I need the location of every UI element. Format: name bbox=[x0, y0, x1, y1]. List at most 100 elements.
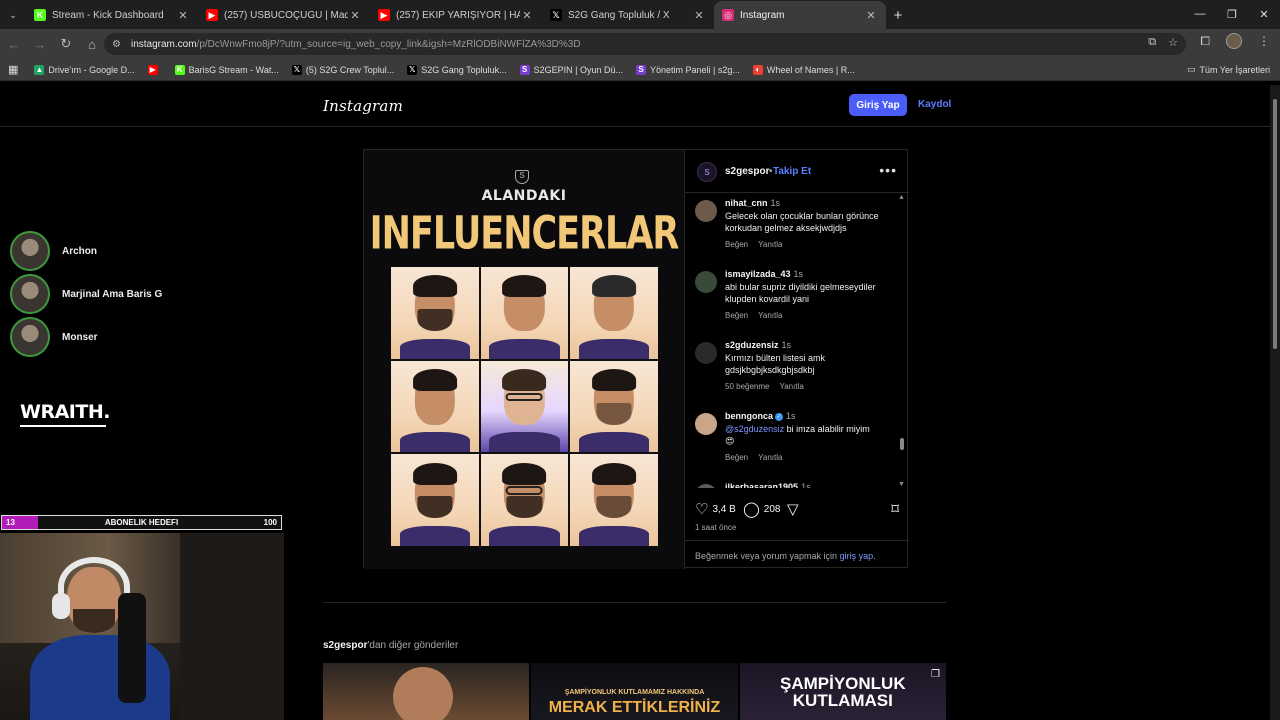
like-comment-button[interactable]: Beğen bbox=[725, 240, 748, 249]
bookmark-item[interactable]: ◐ Wheel of Names | R... bbox=[752, 64, 855, 75]
commenter-username[interactable]: benngonca ✓ 1s bbox=[725, 411, 796, 421]
browser-tab[interactable]: K Stream - Kick Dashboard ✕ bbox=[26, 1, 198, 29]
author-avatar[interactable]: S bbox=[697, 162, 717, 182]
comments-scrollbar[interactable]: ▲ ▼ bbox=[898, 194, 906, 488]
commenter-username[interactable]: ismayilzada_43 1s bbox=[725, 269, 803, 279]
close-tab-icon[interactable]: ✕ bbox=[520, 9, 534, 22]
bookmark-item[interactable]: ▲ Drive'ım - Google D... bbox=[34, 64, 135, 75]
team-crest-icon: S bbox=[515, 170, 529, 184]
comments-list[interactable]: nihat_cnn 1s Gelecek olan çocuklar bunları… bbox=[685, 194, 909, 488]
emoji: 😍 bbox=[725, 436, 735, 446]
commenter-username[interactable]: s2gduzensiz 1s bbox=[725, 340, 791, 350]
mention-link[interactable]: @s2gduzensiz bbox=[725, 424, 784, 434]
commenter-username[interactable]: ilkerbasaran1905 1s bbox=[725, 482, 811, 488]
page-scroll-thumb[interactable] bbox=[1273, 99, 1277, 349]
instagram-logo[interactable]: Instagram bbox=[323, 97, 403, 115]
extensions-icon[interactable]: ⧠ bbox=[1200, 34, 1210, 49]
post-thumbnail[interactable]: ŞAMPİYONLUK KUTLAMAMIZ HAKKINDA MERAK ET… bbox=[531, 663, 738, 720]
forward-button[interactable]: → bbox=[28, 32, 52, 56]
viewer-name: Archon bbox=[62, 245, 97, 257]
all-bookmarks[interactable]: ▭ Tüm Yer İşaretleri bbox=[1187, 64, 1270, 75]
reply-button[interactable]: Yanıtla bbox=[758, 453, 782, 462]
commenter-name[interactable]: benngonca bbox=[725, 411, 773, 421]
browser-tab[interactable]: 𝕏 S2G Gang Topluluk / X ✕ bbox=[542, 1, 714, 29]
home-button[interactable]: ⌂ bbox=[80, 32, 104, 56]
bookmark-star-icon[interactable]: ☆ bbox=[1168, 36, 1178, 49]
comment-time: 1s bbox=[781, 340, 792, 350]
close-tab-icon[interactable]: ✕ bbox=[692, 9, 706, 22]
commenter-name[interactable]: nihat_cnn bbox=[725, 198, 768, 208]
browser-tab[interactable]: ◎ Instagram ✕ bbox=[714, 1, 886, 29]
commenter-username[interactable]: nihat_cnn 1s bbox=[725, 198, 780, 208]
signup-link[interactable]: Kaydol bbox=[918, 99, 951, 110]
reply-button[interactable]: Yanıtla bbox=[758, 311, 782, 320]
profile-avatar[interactable] bbox=[1226, 33, 1242, 49]
save-action[interactable]: ⌑ bbox=[891, 500, 899, 518]
scroll-thumb[interactable] bbox=[900, 438, 904, 450]
bookmark-favicon-icon: 𝕏 bbox=[407, 64, 418, 75]
like-comment-button[interactable]: Beğen bbox=[725, 311, 748, 320]
login-link[interactable]: giriş yap bbox=[840, 551, 874, 561]
bookmark-item[interactable]: ▶ bbox=[147, 64, 162, 75]
browser-menu-icon[interactable]: ⋮ bbox=[1258, 34, 1270, 48]
browser-tab[interactable]: ▶ (257) EKİP YARIŞIYOR | HARİTA✕ bbox=[370, 1, 542, 29]
new-tab-button[interactable]: + bbox=[886, 1, 910, 29]
post-thumbnail[interactable]: ŞAMPİYONLUK KUTLAMASI ❐ bbox=[739, 663, 946, 720]
bookmark-icon[interactable]: ⌑ bbox=[891, 500, 899, 518]
commenter-avatar[interactable] bbox=[695, 271, 717, 293]
comment-time: 1s bbox=[770, 198, 781, 208]
tab-search-chevron-icon[interactable]: ⌄ bbox=[0, 1, 26, 29]
commenter-avatar[interactable] bbox=[695, 342, 717, 364]
site-info-icon[interactable]: ⚙ bbox=[112, 39, 121, 50]
like-action[interactable]: ♡ 3,4 B bbox=[695, 500, 736, 518]
bookmark-item[interactable]: 𝕏 S2G Gang Topluluk... bbox=[407, 64, 507, 75]
minimize-button[interactable]: — bbox=[1184, 0, 1216, 28]
apps-grid-icon[interactable]: ▦ bbox=[8, 63, 18, 76]
bookmark-label: Yönetim Paneli | s2g... bbox=[649, 64, 740, 75]
page-scrollbar[interactable] bbox=[1270, 85, 1280, 720]
more-posts-user[interactable]: s2gespor bbox=[323, 640, 367, 651]
reload-button[interactable]: ↻ bbox=[54, 32, 78, 56]
commenter-avatar[interactable] bbox=[695, 484, 717, 488]
comment-icon[interactable]: ◯ bbox=[743, 500, 760, 518]
bookmark-item[interactable]: 𝕏 (5) S2G Crew Toplul... bbox=[291, 64, 394, 75]
post-image[interactable]: S ALANDAKI INFLUENCERLAR bbox=[364, 150, 684, 569]
comment-action[interactable]: ◯ 208 bbox=[743, 500, 780, 518]
scroll-up-icon[interactable]: ▲ bbox=[898, 194, 905, 201]
commenter-name[interactable]: ismayilzada_43 bbox=[725, 269, 791, 279]
close-tab-icon[interactable]: ✕ bbox=[176, 9, 190, 22]
commenter-name[interactable]: ilkerbasaran1905 bbox=[725, 482, 798, 488]
reply-button[interactable]: Yanıtla bbox=[758, 240, 782, 249]
login-button[interactable]: Giriş Yap bbox=[849, 94, 907, 116]
scroll-down-icon[interactable]: ▼ bbox=[898, 481, 905, 488]
share-action[interactable]: ▽ bbox=[787, 500, 803, 518]
author-username[interactable]: s2gespor bbox=[725, 166, 769, 177]
post-thumbnail[interactable] bbox=[323, 663, 530, 720]
share-icon[interactable]: ▽ bbox=[787, 500, 799, 518]
cast-icon[interactable]: ⧉ bbox=[1148, 36, 1156, 49]
more-options-icon[interactable]: ••• bbox=[879, 162, 897, 178]
back-button[interactable]: ← bbox=[2, 32, 26, 56]
close-tab-icon[interactable]: ✕ bbox=[864, 9, 878, 22]
bookmark-item[interactable]: K BarisG Stream - Wat... bbox=[174, 64, 279, 75]
bookmark-item[interactable]: S Yönetim Paneli | s2g... bbox=[635, 64, 740, 75]
comment-time: 1s bbox=[786, 411, 796, 421]
commenter-avatar[interactable] bbox=[695, 200, 717, 222]
comment-likes[interactable]: 50 beğenme bbox=[725, 382, 769, 391]
tab-title: Instagram bbox=[740, 9, 785, 21]
more-posts-heading: s2gespor'dan diğer gönderiler bbox=[323, 640, 458, 651]
follow-button[interactable]: Takip Et bbox=[773, 166, 811, 177]
address-bar[interactable]: ⚙ instagram.com/p/DcWnwFmo8jP/?utm_sourc… bbox=[104, 33, 1186, 55]
restore-button[interactable]: ❐ bbox=[1216, 0, 1248, 28]
like-comment-button[interactable]: Beğen bbox=[725, 453, 748, 462]
commenter-avatar[interactable] bbox=[695, 413, 717, 435]
likes-count: 3,4 B bbox=[712, 503, 736, 515]
comment-actions: 50 beğenme Yanıtla bbox=[725, 382, 804, 391]
browser-tab[interactable]: ▶ (257) USBUCOÇUGU | Madara✕ bbox=[198, 1, 370, 29]
close-tab-icon[interactable]: ✕ bbox=[348, 9, 362, 22]
heart-icon[interactable]: ♡ bbox=[695, 500, 708, 518]
reply-button[interactable]: Yanıtla bbox=[779, 382, 803, 391]
commenter-name[interactable]: s2gduzensiz bbox=[725, 340, 779, 350]
bookmark-item[interactable]: S S2GEPIN | Oyun Dü... bbox=[519, 64, 623, 75]
close-window-button[interactable]: ✕ bbox=[1248, 0, 1280, 28]
